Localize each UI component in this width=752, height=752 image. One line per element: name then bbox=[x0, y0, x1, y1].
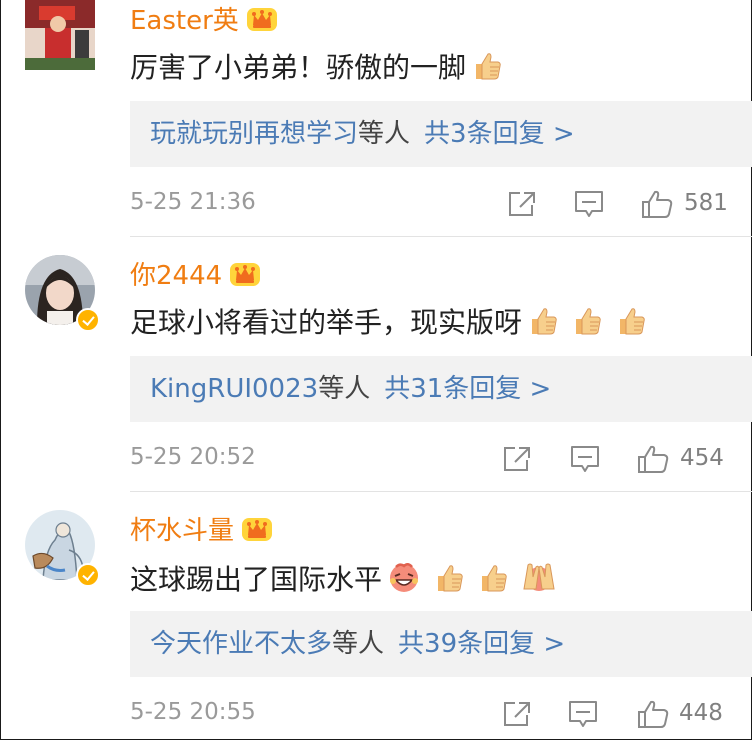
like-count: 581 bbox=[684, 190, 728, 216]
like-icon[interactable] bbox=[640, 189, 674, 219]
comment-icon[interactable] bbox=[573, 189, 605, 219]
reply-users[interactable]: KingRUI0023 bbox=[150, 374, 318, 404]
username[interactable]: 杯水斗量 bbox=[130, 515, 274, 547]
thumbs-up-icon bbox=[438, 565, 463, 592]
comment-text-body: 这球踢出了国际水平 bbox=[130, 563, 383, 596]
thumbs-up-icon bbox=[576, 308, 601, 335]
thumbs-up-icon bbox=[476, 53, 501, 80]
comment-text: 足球小将看过的举手，现实版呀 bbox=[130, 304, 648, 341]
comment-text-body: 足球小将看过的举手，现实版呀 bbox=[130, 306, 523, 339]
comment-time: 5-25 21:36 bbox=[130, 189, 256, 215]
crown-badge-icon bbox=[230, 263, 261, 286]
comment-time: 5-25 20:55 bbox=[130, 699, 256, 725]
avatar[interactable] bbox=[25, 0, 95, 70]
username-text[interactable]: 杯水斗量 bbox=[130, 516, 234, 546]
victory-hands-icon bbox=[523, 563, 555, 591]
verified-badge-icon bbox=[76, 308, 100, 332]
comment-item: 杯水斗量 这球踢出了国际水平 今天作业不太多等人 共39条回复 > 5-25 2… bbox=[0, 497, 752, 752]
username-text[interactable]: Easter英 bbox=[130, 6, 239, 36]
divider bbox=[130, 236, 752, 237]
like-count: 454 bbox=[680, 445, 724, 471]
reply-summary[interactable]: KingRUI0023等人 共31条回复 > bbox=[130, 356, 752, 422]
comment-item: Easter英 厉害了小弟弟！骄傲的一脚 玩就玩别再想学习等人 共3条回复 > 5… bbox=[0, 0, 752, 242]
share-icon[interactable] bbox=[506, 189, 538, 219]
reply-users[interactable]: 玩就玩别再想学习 bbox=[150, 119, 358, 149]
reply-users-suffix: 等人 bbox=[318, 374, 371, 404]
comment-item: 你2444 足球小将看过的举手，现实版呀 KingRUI0023等人 共31条回复… bbox=[0, 242, 752, 497]
comment-text: 厉害了小弟弟！骄傲的一脚 bbox=[130, 49, 504, 86]
reply-count-link[interactable]: 共39条回复 > bbox=[398, 629, 565, 659]
reply-summary[interactable]: 今天作业不太多等人 共39条回复 > bbox=[130, 611, 752, 677]
divider bbox=[130, 491, 752, 492]
laughing-face-icon bbox=[390, 563, 419, 592]
like-icon[interactable] bbox=[636, 699, 670, 729]
reply-users-suffix: 等人 bbox=[358, 119, 411, 149]
crown-badge-icon bbox=[242, 518, 273, 541]
comment-text: 这球踢出了国际水平 bbox=[130, 559, 558, 598]
username[interactable]: Easter英 bbox=[130, 5, 279, 37]
verified-badge-icon bbox=[76, 563, 100, 587]
thumbs-up-icon bbox=[482, 565, 507, 592]
reply-users[interactable]: 今天作业不太多 bbox=[150, 629, 332, 659]
comment-icon[interactable] bbox=[569, 444, 601, 474]
thumbs-up-icon bbox=[620, 308, 645, 335]
reply-count-link[interactable]: 共31条回复 > bbox=[384, 374, 551, 404]
comment-text-body: 厉害了小弟弟！骄傲的一脚 bbox=[130, 51, 467, 84]
reply-users-suffix: 等人 bbox=[332, 629, 385, 659]
comment-time: 5-25 20:52 bbox=[130, 444, 256, 470]
reply-summary[interactable]: 玩就玩别再想学习等人 共3条回复 > bbox=[130, 101, 752, 167]
share-icon[interactable] bbox=[501, 699, 533, 729]
like-count: 448 bbox=[679, 700, 723, 726]
username[interactable]: 你2444 bbox=[130, 260, 262, 292]
share-icon[interactable] bbox=[501, 444, 533, 474]
like-icon[interactable] bbox=[636, 444, 670, 474]
username-text[interactable]: 你2444 bbox=[130, 261, 222, 291]
reply-count-link[interactable]: 共3条回复 > bbox=[424, 119, 575, 149]
crown-badge-icon bbox=[246, 8, 277, 31]
comment-icon[interactable] bbox=[567, 699, 599, 729]
thumbs-up-icon bbox=[532, 308, 557, 335]
